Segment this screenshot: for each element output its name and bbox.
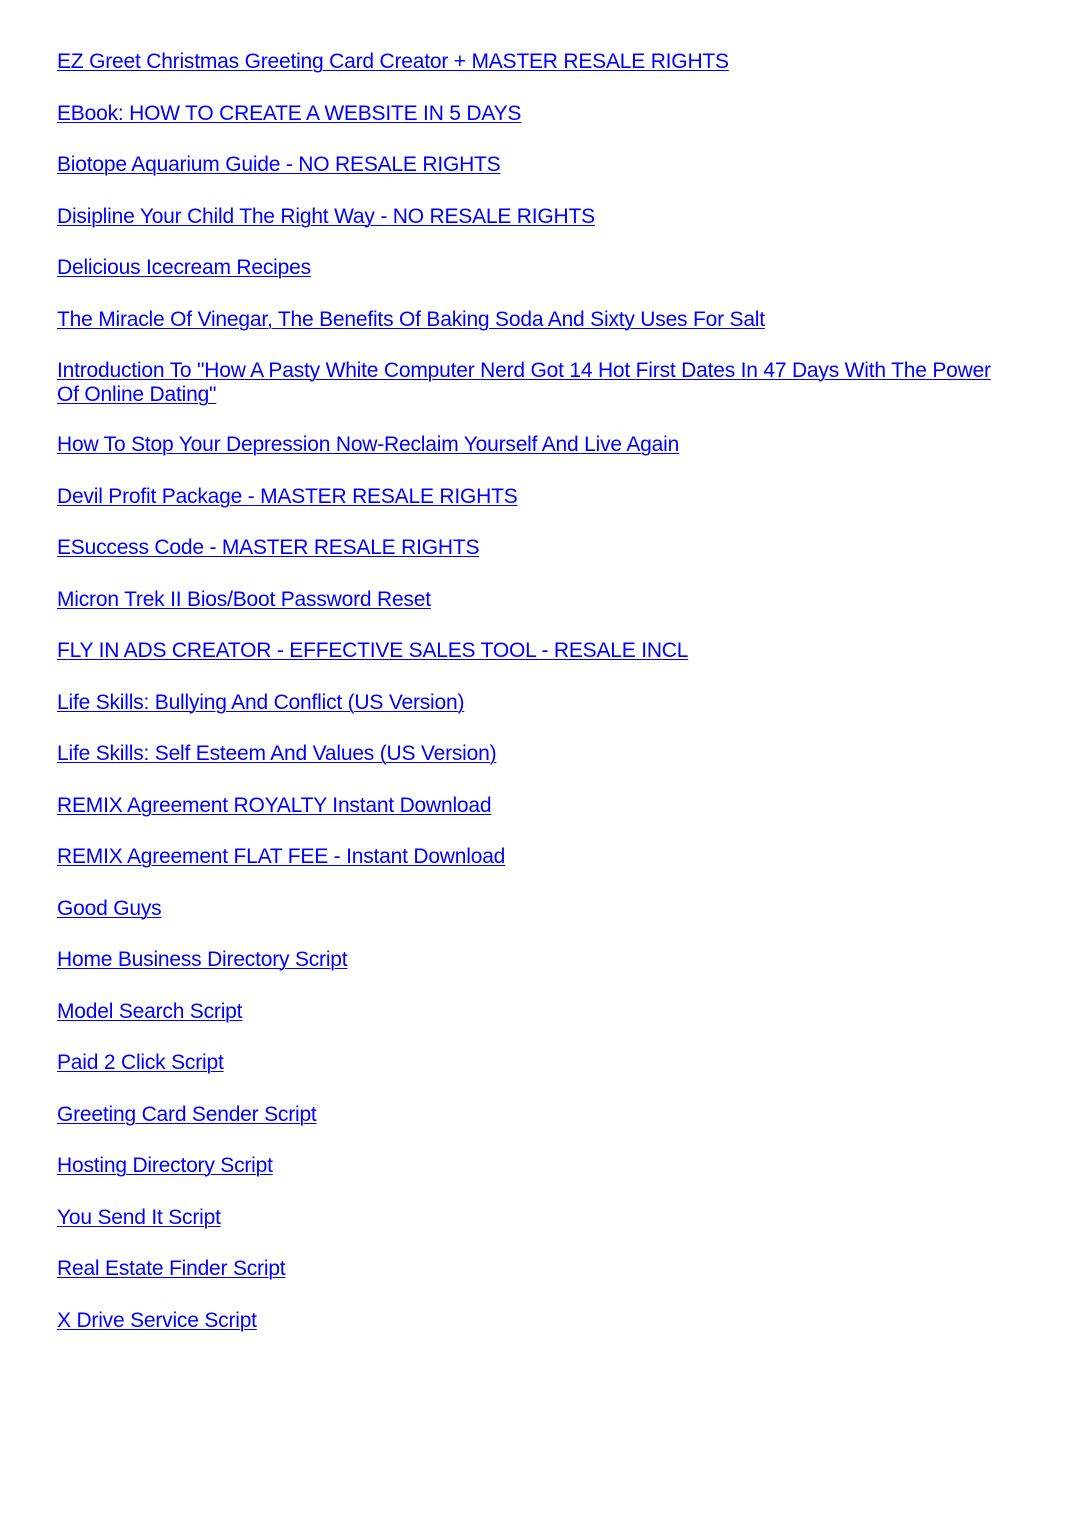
list-item: You Send It Script [57,1206,1017,1230]
product-link[interactable]: Paid 2 Click Script [57,1051,224,1074]
product-link[interactable]: Good Guys [57,897,162,920]
product-link[interactable]: Greeting Card Sender Script [57,1103,317,1126]
product-link[interactable]: How To Stop Your Depression Now-Reclaim … [57,433,679,456]
product-link[interactable]: Model Search Script [57,1000,242,1023]
list-item: Delicious Icecream Recipes [57,256,1017,280]
list-item: Life Skills: Self Esteem And Values (US … [57,742,1017,766]
product-link[interactable]: You Send It Script [57,1206,221,1229]
list-item: EZ Greet Christmas Greeting Card Creator… [57,50,1017,74]
list-item: The Miracle Of Vinegar, The Benefits Of … [57,308,1017,332]
list-item: Disipline Your Child The Right Way - NO … [57,205,1017,229]
product-link-list: EZ Greet Christmas Greeting Card Creator… [57,50,1017,1333]
product-link[interactable]: Delicious Icecream Recipes [57,256,311,279]
product-link[interactable]: Devil Profit Package - MASTER RESALE RIG… [57,485,518,508]
product-link[interactable]: EBook: HOW TO CREATE A WEBSITE IN 5 DAYS [57,102,521,125]
product-link[interactable]: REMIX Agreement ROYALTY Instant Download [57,794,492,817]
product-link[interactable]: X Drive Service Script [57,1309,257,1332]
product-link[interactable]: Home Business Directory Script [57,948,348,971]
document-page: EZ Greet Christmas Greeting Card Creator… [57,50,1017,1360]
product-link[interactable]: Biotope Aquarium Guide - NO RESALE RIGHT… [57,153,501,176]
list-item: Good Guys [57,897,1017,921]
list-item: FLY IN ADS CREATOR - EFFECTIVE SALES TOO… [57,639,1017,663]
product-link[interactable]: Hosting Directory Script [57,1154,273,1177]
product-link[interactable]: EZ Greet Christmas Greeting Card Creator… [57,50,729,73]
list-item: Micron Trek II Bios/Boot Password Reset [57,588,1017,612]
list-item: Hosting Directory Script [57,1154,1017,1178]
product-link[interactable]: Life Skills: Self Esteem And Values (US … [57,742,497,765]
list-item: Home Business Directory Script [57,948,1017,972]
list-item: Paid 2 Click Script [57,1051,1017,1075]
list-item: EBook: HOW TO CREATE A WEBSITE IN 5 DAYS [57,102,1017,126]
list-item: REMIX Agreement FLAT FEE - Instant Downl… [57,845,1017,869]
list-item: ESuccess Code - MASTER RESALE RIGHTS [57,536,1017,560]
list-item: Introduction To "How A Pasty White Compu… [57,359,1017,407]
list-item: Biotope Aquarium Guide - NO RESALE RIGHT… [57,153,1017,177]
product-link[interactable]: The Miracle Of Vinegar, The Benefits Of … [57,308,765,331]
product-link[interactable]: Life Skills: Bullying And Conflict (US V… [57,691,464,714]
list-item: Model Search Script [57,1000,1017,1024]
list-item: X Drive Service Script [57,1309,1017,1333]
product-link[interactable]: FLY IN ADS CREATOR - EFFECTIVE SALES TOO… [57,639,688,662]
list-item: Devil Profit Package - MASTER RESALE RIG… [57,485,1017,509]
list-item: Life Skills: Bullying And Conflict (US V… [57,691,1017,715]
list-item: REMIX Agreement ROYALTY Instant Download [57,794,1017,818]
product-link[interactable]: Disipline Your Child The Right Way - NO … [57,205,595,228]
product-link[interactable]: Real Estate Finder Script [57,1257,286,1280]
list-item: Greeting Card Sender Script [57,1103,1017,1127]
list-item: How To Stop Your Depression Now-Reclaim … [57,433,1017,457]
product-link[interactable]: ESuccess Code - MASTER RESALE RIGHTS [57,536,479,559]
list-item: Real Estate Finder Script [57,1257,1017,1281]
product-link[interactable]: REMIX Agreement FLAT FEE - Instant Downl… [57,845,505,868]
product-link[interactable]: Introduction To "How A Pasty White Compu… [57,359,991,406]
product-link[interactable]: Micron Trek II Bios/Boot Password Reset [57,588,431,611]
